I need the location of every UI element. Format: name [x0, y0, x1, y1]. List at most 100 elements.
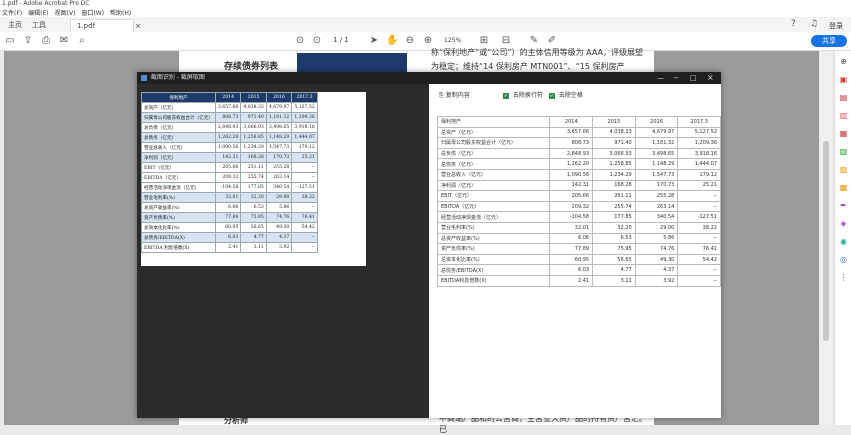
table-cell[interactable]: -104.58 [549, 211, 594, 223]
search-icon[interactable]: ⌕ [76, 35, 88, 47]
organize-pages-icon[interactable]: ▦ [839, 129, 848, 138]
table-cell[interactable]: -- [677, 232, 721, 245]
table-cell[interactable]: 4.77 [592, 264, 636, 276]
table-cell[interactable]: 总债务（亿元） [436, 158, 551, 170]
table-cell[interactable]: 75.95 [592, 243, 636, 255]
table-cell[interactable]: 总负债（亿元） [436, 147, 551, 160]
prev-page-icon[interactable]: ⊙ [294, 35, 306, 47]
table-cell[interactable]: 170.73 [634, 179, 679, 192]
more-tools-icon[interactable]: ⋮ [839, 273, 848, 282]
table-cell[interactable]: 54.42 [677, 253, 721, 266]
table-cell[interactable]: 3.11 [592, 274, 636, 287]
table-cell[interactable]: 255.74 [592, 200, 636, 213]
table-cell[interactable]: 1,234.29 [592, 168, 636, 181]
dialog-maximize-icon[interactable]: □ [690, 72, 697, 84]
table-cell[interactable]: 净利润（亿元） [436, 179, 551, 192]
zoom-tool-icon[interactable]: ⊕ [839, 57, 848, 66]
table-cell[interactable]: 32.01 [549, 221, 594, 234]
select-cursor-icon[interactable]: ➤ [368, 35, 380, 47]
send-for-signature-icon[interactable]: ✒ [839, 201, 848, 210]
scroll-thumb[interactable] [823, 141, 829, 341]
table-cell[interactable]: 205.66 [549, 190, 594, 202]
table-cell[interactable]: 资产负债率(%) [436, 243, 551, 255]
dialog-minimize-icon[interactable]: − [673, 72, 679, 84]
create-pdf-icon[interactable]: ▣ [839, 75, 848, 84]
table-cell[interactable]: 6.53 [592, 232, 636, 245]
table-cell[interactable]: 3,066.93 [592, 147, 636, 160]
menu-window[interactable]: 窗口(W) [81, 8, 104, 17]
table-cell[interactable]: 25.21 [677, 179, 721, 192]
table-cell[interactable]: 1,258.85 [592, 158, 636, 170]
table-cell[interactable]: 1,262.20 [549, 158, 594, 170]
table-cell[interactable]: 4,038.33 [592, 126, 636, 139]
table-cell[interactable]: 3,918.16 [677, 147, 721, 160]
table-cell[interactable]: 1,181.32 [634, 137, 679, 149]
comment-tool-icon[interactable]: ▨ [839, 165, 848, 174]
table-cell[interactable]: -- [677, 264, 721, 276]
table-cell[interactable]: -127.51 [677, 211, 721, 223]
combine-files-icon[interactable]: ▧ [839, 147, 848, 156]
table-cell[interactable]: 4.37 [634, 264, 679, 276]
table-cell[interactable]: 76.41 [677, 243, 721, 255]
table-cell[interactable]: 经营活动净现金流（亿元） [436, 211, 551, 223]
zoom-out-icon[interactable]: ⊖ [404, 35, 416, 47]
highlight-icon[interactable]: ✐ [546, 35, 558, 47]
copy-content-button[interactable]: ⎘ 复制内容 [439, 91, 470, 101]
table-cell[interactable]: -- [677, 200, 721, 213]
table-cell[interactable]: EBIT（亿元） [436, 190, 551, 202]
table-cell[interactable]: 49.30 [634, 253, 679, 266]
table-cell[interactable]: 营业总收入（亿元） [436, 168, 551, 181]
table-cell[interactable]: 179.12 [677, 168, 721, 181]
table-cell[interactable]: 总债务/EBITDA(X) [436, 264, 551, 276]
menu-edit[interactable]: 编辑(E) [28, 8, 48, 17]
table-cell[interactable]: 340.54 [634, 211, 679, 223]
hand-tool-icon[interactable]: ✋ [386, 35, 398, 47]
upload-icon[interactable]: ⇪ [22, 35, 34, 47]
table-cell[interactable]: 3.92 [634, 274, 679, 287]
table-cell[interactable]: 总资产收益率(%) [436, 232, 551, 245]
table-cell[interactable]: 255.28 [634, 190, 679, 202]
table-cell[interactable]: 38.22 [677, 221, 721, 234]
table-cell[interactable]: 142.31 [549, 179, 594, 192]
menu-help[interactable]: 帮助(H) [110, 8, 131, 17]
table-cell[interactable]: 5.86 [634, 232, 679, 245]
table-cell[interactable]: 32.20 [592, 221, 636, 234]
dialog-pin-icon[interactable]: — [657, 72, 664, 84]
table-cell[interactable]: 209.32 [549, 200, 594, 213]
table-cell[interactable]: 总资本化比率(%) [436, 253, 551, 266]
bell-icon[interactable]: ♫ [810, 19, 818, 29]
scroll-mode-icon[interactable]: ⊟ [500, 35, 512, 47]
table-cell[interactable]: 2.41 [549, 274, 594, 287]
table-cell[interactable]: 808.73 [549, 137, 594, 149]
table-cell[interactable]: 5,127.52 [677, 126, 721, 139]
table-cell[interactable]: 251.11 [592, 190, 636, 202]
zoom-in-icon[interactable]: ⊕ [422, 35, 434, 47]
vertical-scrollbar[interactable] [820, 51, 832, 425]
remove-space-toggle[interactable]: ✓ 去除空格 [549, 91, 583, 101]
table-cell[interactable]: 归属母公司股东权益合计（亿元） [436, 137, 551, 149]
next-page-icon[interactable]: ⊙ [311, 35, 323, 47]
print-icon[interactable]: ⎙ [40, 35, 52, 47]
table-cell[interactable]: 1,148.29 [634, 158, 679, 170]
export-pdf-icon[interactable]: ▤ [839, 93, 848, 102]
close-icon[interactable]: × [135, 20, 141, 32]
menu-view[interactable]: 视图(V) [55, 8, 76, 17]
table-cell[interactable]: 29.00 [634, 221, 679, 234]
table-cell[interactable]: 971.40 [592, 137, 636, 149]
table-cell[interactable]: 1,547.73 [634, 168, 679, 181]
mail-icon[interactable]: ✉ [58, 35, 70, 47]
table-cell[interactable]: 74.76 [634, 243, 679, 255]
menu-file[interactable]: 文件(F) [2, 8, 22, 17]
page-number[interactable]: 1 / 1 [333, 36, 349, 44]
table-cell[interactable]: 60.95 [549, 253, 594, 266]
table-cell[interactable]: -- [677, 190, 721, 202]
table-cell[interactable]: 77.89 [549, 243, 594, 255]
table-cell[interactable]: EBITDA利息倍数(X) [436, 274, 551, 287]
table-cell[interactable]: -- [677, 274, 721, 287]
table-cell[interactable]: 1,209.36 [677, 137, 721, 149]
help-icon[interactable]: ? [791, 19, 796, 29]
share-button[interactable]: 共享 [811, 35, 847, 47]
table-cell[interactable]: 营业毛利率(%) [436, 221, 551, 234]
table-cell[interactable]: 6.06 [549, 232, 594, 245]
tab-tools[interactable]: 工具 [26, 19, 52, 31]
